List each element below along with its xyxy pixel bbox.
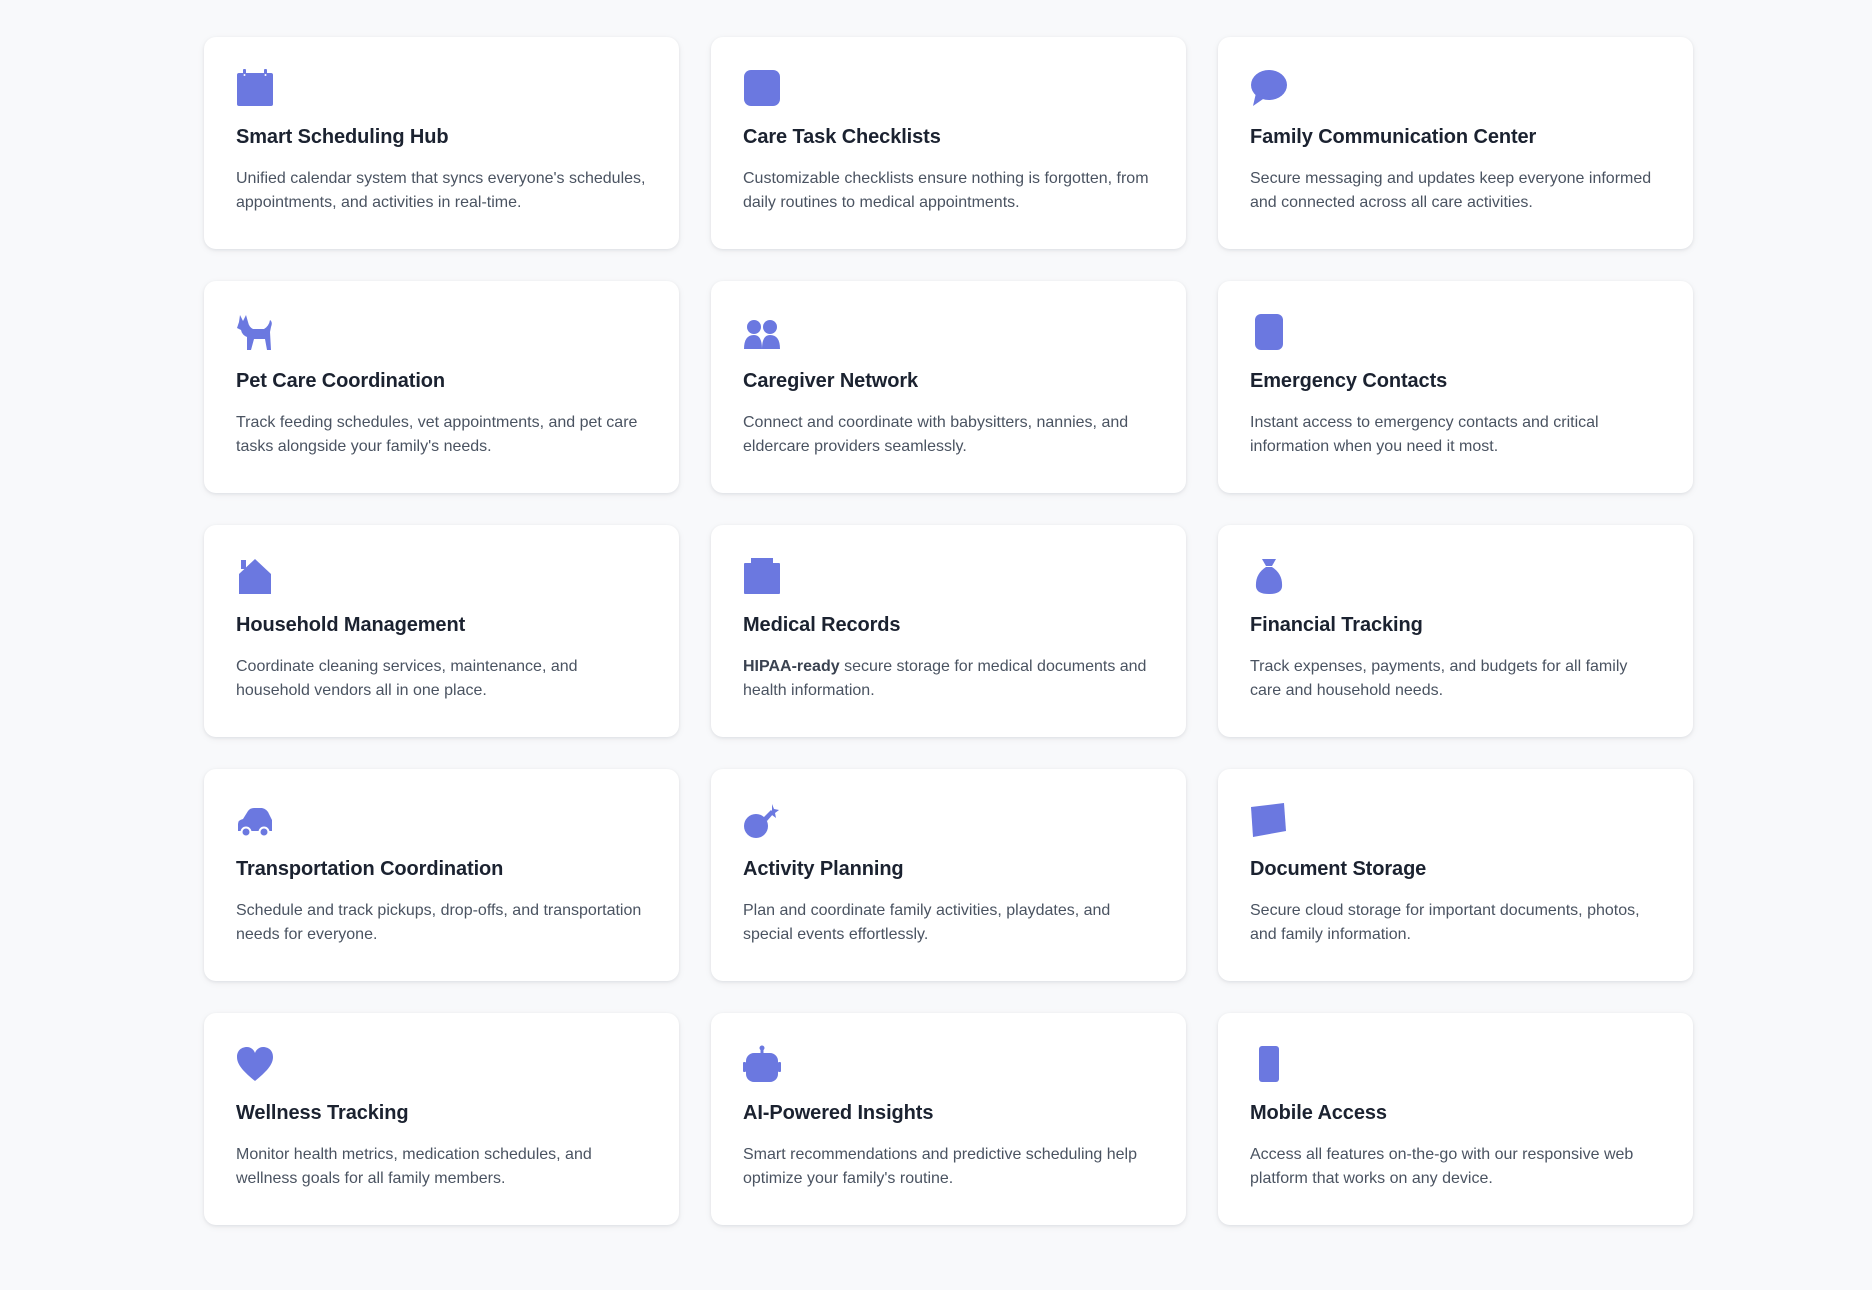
feature-card-financial-tracking: Financial Tracking Track expenses, payme…	[1218, 525, 1693, 737]
feature-title: AI-Powered Insights	[743, 1102, 934, 1124]
feature-description: Schedule and track pickups, drop-offs, a…	[236, 902, 642, 943]
feature-description: Smart recommendations and predictive sch…	[743, 1146, 1137, 1187]
heart-icon	[236, 1045, 274, 1083]
feature-description: Instant access to emergency contacts and…	[1250, 414, 1599, 455]
feature-card-pet-care: Pet Care Coordination Track feeding sche…	[204, 281, 679, 493]
feature-card-medical-records: Medical Records HIPAA-ready secure stora…	[711, 525, 1186, 737]
feature-description: Plan and coordinate family activities, p…	[743, 902, 1111, 943]
feature-title: Family Communication Center	[1250, 126, 1537, 148]
feature-card-smart-scheduling: Smart Scheduling Hub Unified calendar sy…	[204, 37, 679, 249]
feature-description: Access all features on-the-go with our r…	[1250, 1146, 1634, 1187]
feature-title: Medical Records	[743, 614, 901, 636]
feature-title: Wellness Tracking	[236, 1102, 409, 1124]
feature-description: Secure cloud storage for important docum…	[1250, 902, 1640, 943]
feature-card-household-management: Household Management Coordinate cleaning…	[204, 525, 679, 737]
calendar-icon	[236, 69, 274, 107]
feature-description: Monitor health metrics, medication sched…	[236, 1146, 592, 1187]
feature-description: Connect and coordinate with babysitters,…	[743, 414, 1129, 455]
feature-description: Unified calendar system that syncs every…	[236, 170, 646, 211]
robot-icon	[743, 1045, 781, 1083]
feature-card-family-communication: Family Communication Center Secure messa…	[1218, 37, 1693, 249]
hospital-icon	[743, 557, 781, 595]
feature-card-document-storage: Document Storage Secure cloud storage fo…	[1218, 769, 1693, 981]
feature-card-wellness-tracking: Wellness Tracking Monitor health metrics…	[204, 1013, 679, 1225]
feature-title: Mobile Access	[1250, 1102, 1387, 1124]
speech-bubble-icon	[1250, 69, 1288, 107]
feature-title: Household Management	[236, 614, 466, 636]
people-icon	[743, 313, 781, 351]
money-bag-icon	[1250, 557, 1288, 595]
feature-card-activity-planning: Activity Planning Plan and coordinate fa…	[711, 769, 1186, 981]
feature-title: Caregiver Network	[743, 370, 919, 392]
feature-card-care-task-checklists: Care Task Checklists Customizable checkl…	[711, 37, 1186, 249]
feature-title: Document Storage	[1250, 858, 1427, 880]
phone-icon	[1250, 313, 1288, 351]
feature-card-ai-insights: AI-Powered Insights Smart recommendation…	[711, 1013, 1186, 1225]
feature-description: Track expenses, payments, and budgets fo…	[1250, 658, 1628, 699]
feature-card-mobile-access: Mobile Access Access all features on-the…	[1218, 1013, 1693, 1225]
feature-title: Financial Tracking	[1250, 614, 1423, 636]
dog-icon	[236, 313, 274, 351]
feature-description: Customizable checklists ensure nothing i…	[743, 170, 1149, 211]
feature-card-caregiver-network: Caregiver Network Connect and coordinate…	[711, 281, 1186, 493]
feature-description: Secure messaging and updates keep everyo…	[1250, 170, 1652, 211]
feature-title: Transportation Coordination	[236, 858, 504, 880]
feature-card-emergency-contacts: Emergency Contacts Instant access to eme…	[1218, 281, 1693, 493]
house-icon	[236, 557, 274, 595]
checklist-icon	[743, 69, 781, 107]
folder-icon	[1250, 801, 1288, 839]
feature-description: HIPAA-ready secure storage for medical d…	[743, 658, 1147, 699]
party-popper-icon	[743, 801, 781, 839]
feature-title: Care Task Checklists	[743, 126, 941, 148]
mobile-icon	[1250, 1045, 1288, 1083]
feature-description: Coordinate cleaning services, maintenanc…	[236, 658, 578, 699]
car-icon	[236, 801, 274, 839]
feature-title: Activity Planning	[743, 858, 904, 880]
feature-title: Smart Scheduling Hub	[236, 126, 449, 148]
feature-title: Emergency Contacts	[1250, 370, 1448, 392]
feature-description: Track feeding schedules, vet appointment…	[236, 414, 638, 455]
features-grid: Smart Scheduling Hub Unified calendar sy…	[204, 37, 1693, 1225]
feature-card-transportation: Transportation Coordination Schedule and…	[204, 769, 679, 981]
feature-title: Pet Care Coordination	[236, 370, 446, 392]
